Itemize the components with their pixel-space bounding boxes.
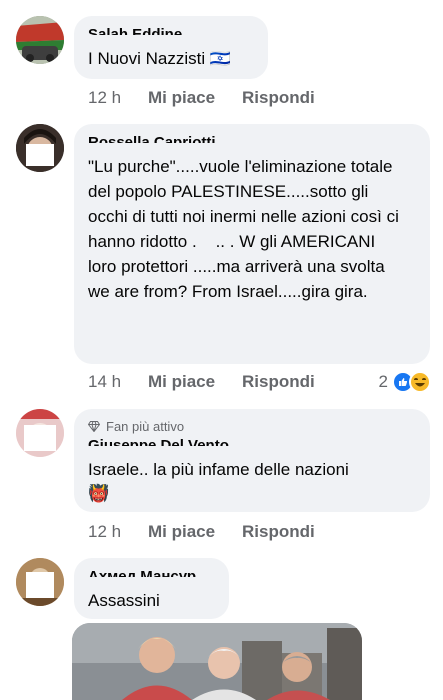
like-button[interactable]: Mi piace (148, 522, 242, 542)
reply-button[interactable]: Rispondi (242, 372, 315, 392)
comment-photo[interactable] (72, 623, 362, 700)
like-button[interactable]: Mi piace (148, 372, 242, 392)
comment-text: Israele.. la più infame delle nazioni (88, 460, 349, 479)
haha-reaction-icon (409, 371, 431, 393)
comment-time[interactable]: 14 h (88, 372, 148, 392)
badge-label: Fan più attivo (106, 418, 185, 434)
comment-actions: 12 h Mi piace Rispondi (88, 520, 315, 544)
comment-bubble: Rossella Capriotti "Lu purche".....vuole… (74, 124, 430, 364)
reply-button[interactable]: Rispondi (242, 88, 315, 108)
comment-author[interactable]: Ахмед Мансур (88, 568, 215, 586)
comment-author[interactable]: Giuseppe Del Vento (88, 437, 416, 455)
like-button[interactable]: Mi piace (148, 88, 242, 108)
ogre-emoji: 👹 (88, 484, 110, 503)
comment-bubble: Salah Eddine I Nuovi Nazzisti 🇮🇱 (74, 16, 268, 79)
reaction-summary[interactable]: 2 (379, 370, 431, 394)
comment-author[interactable]: Salah Eddine (88, 26, 254, 44)
comment-author[interactable]: Rossella Capriotti (88, 134, 416, 152)
top-divider (0, 0, 443, 4)
diamond-icon (88, 420, 100, 432)
comment-actions: 14 h Mi piace Rispondi (88, 370, 315, 394)
comment-bubble: Fan più attivo Giuseppe Del Vento Israel… (74, 409, 430, 512)
top-fan-badge[interactable]: Fan più attivo (88, 417, 416, 435)
comment-text: I Nuovi Nazzisti 🇮🇱 (88, 49, 232, 68)
avatar[interactable] (16, 558, 64, 606)
comment-time[interactable]: 12 h (88, 522, 148, 542)
comment-bubble: Ахмед Мансур Assassini (74, 558, 229, 619)
comment-text: Assassini (88, 591, 160, 610)
avatar[interactable] (16, 124, 64, 172)
avatar[interactable] (16, 16, 64, 64)
comment-time[interactable]: 12 h (88, 88, 148, 108)
comment-actions: 12 h Mi piace Rispondi (88, 86, 315, 110)
reply-button[interactable]: Rispondi (242, 522, 315, 542)
reaction-count: 2 (378, 372, 388, 391)
comment-text: "Lu purche".....vuole l'eliminazione tot… (88, 157, 404, 301)
avatar[interactable] (16, 409, 64, 457)
